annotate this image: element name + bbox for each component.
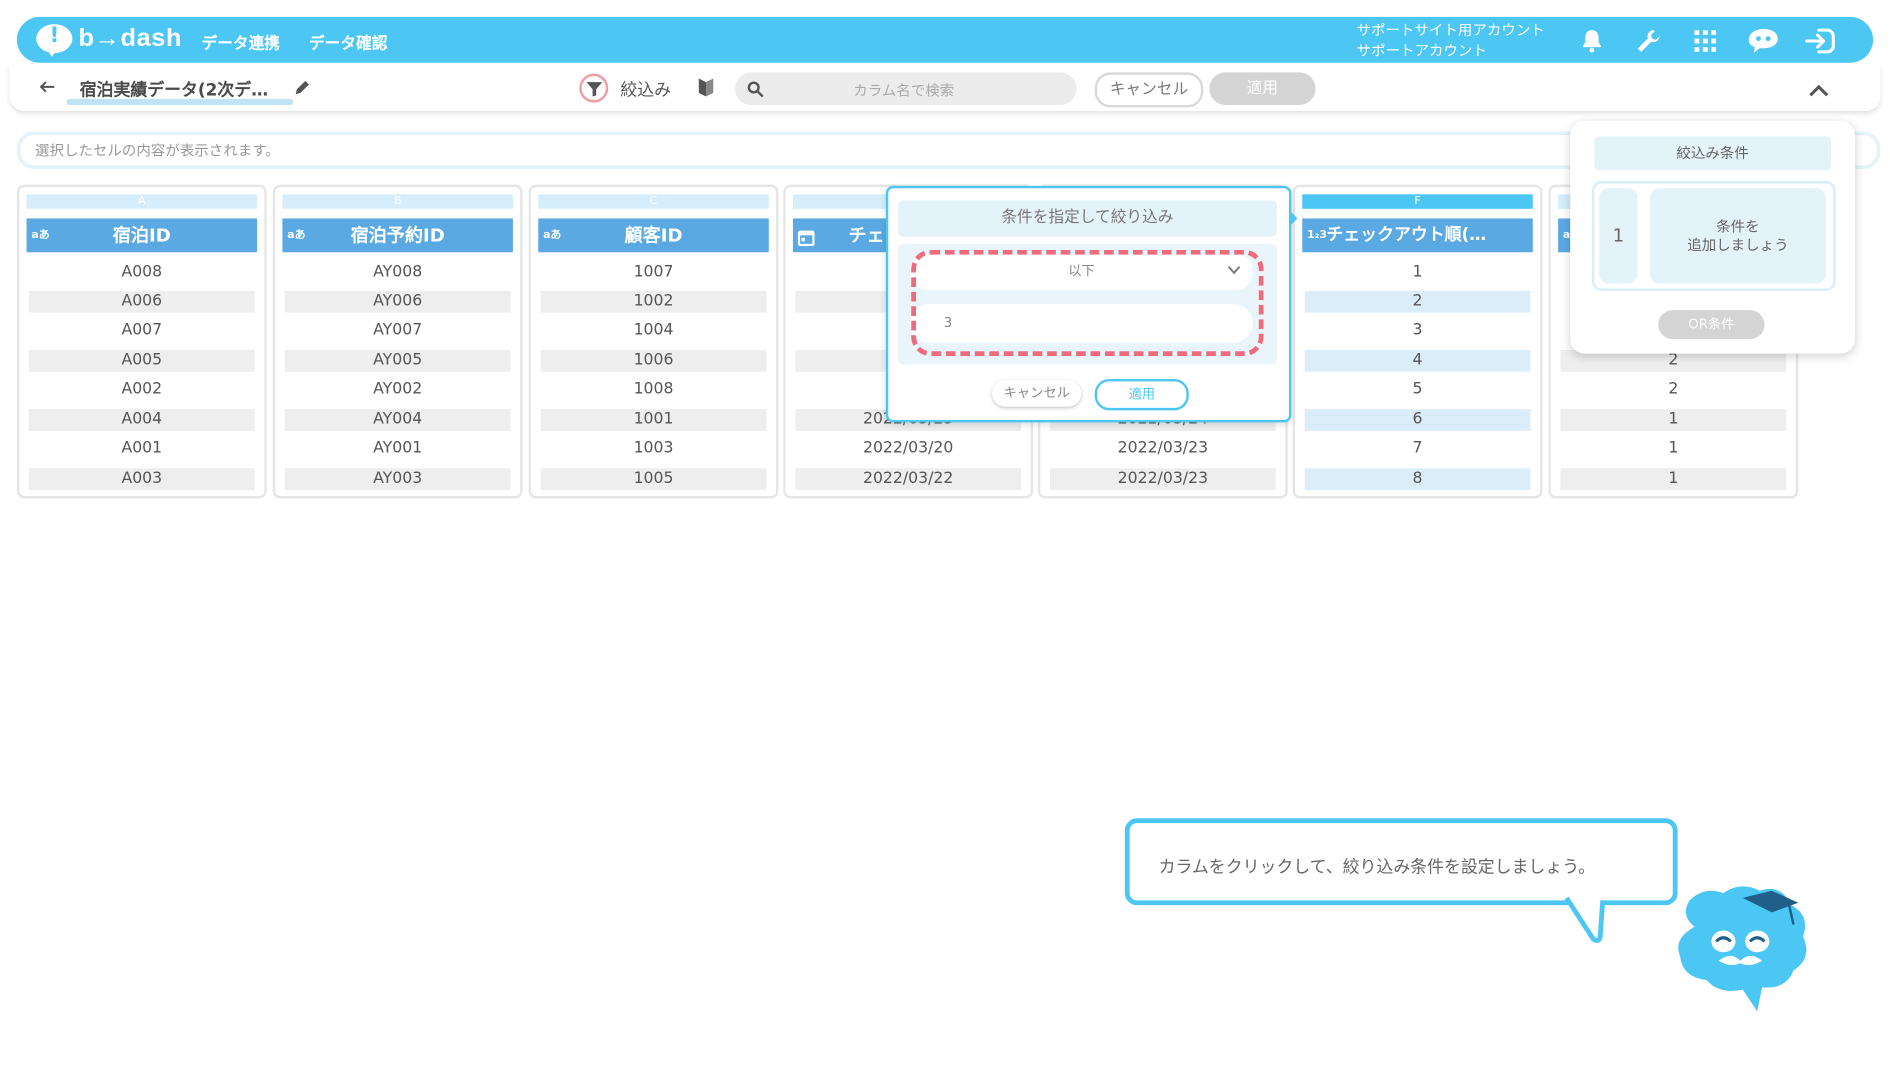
arrow-left-icon[interactable] xyxy=(39,77,58,96)
table-cell[interactable]: 1002 xyxy=(540,290,767,313)
chevron-up-icon[interactable] xyxy=(1808,80,1830,97)
popup-pointer xyxy=(1288,210,1298,227)
table-cell[interactable]: 1008 xyxy=(541,379,767,401)
data-toolbar: 宿泊実績データ(2次デ… 絞込み カラム名で検索 キャンセル 適用 xyxy=(9,65,1881,112)
pencil-icon[interactable] xyxy=(293,78,312,97)
number-type-icon: 1₂3 xyxy=(1307,229,1327,242)
text-type-icon: a xyxy=(1562,229,1571,242)
nav-data-integration[interactable]: データ連携 xyxy=(202,30,280,53)
table-cell[interactable]: 1 xyxy=(1561,438,1787,460)
table-cell[interactable]: A005 xyxy=(28,350,255,372)
table-cell[interactable]: A008 xyxy=(29,262,255,284)
logo-text[interactable]: b→dash xyxy=(78,24,182,53)
grid-icon[interactable] xyxy=(1691,27,1720,56)
text-type-icon: aあ xyxy=(287,229,306,242)
table-cell[interactable]: 2022/03/23 xyxy=(1050,468,1276,491)
account-subname[interactable]: サポートアカウント xyxy=(1357,41,1487,60)
table-cell[interactable]: AY008 xyxy=(285,262,511,284)
table-cell[interactable]: 7 xyxy=(1305,438,1531,460)
table-cell[interactable]: 2 xyxy=(1561,379,1787,401)
table-cell[interactable]: A004 xyxy=(28,409,255,431)
table-cell[interactable]: AY003 xyxy=(284,468,511,491)
table-cell[interactable]: 1 xyxy=(1560,468,1787,491)
condition-popup: 条件を指定して絞り込み 以下 3 キャンセル 適用 xyxy=(885,185,1298,423)
table-cell[interactable]: 3 xyxy=(1305,320,1531,342)
table-cell[interactable]: A006 xyxy=(28,290,255,313)
add-condition-message: 条件を 追加しましょう xyxy=(1649,188,1827,284)
table-cell[interactable]: 1 xyxy=(1305,262,1531,284)
beginner-mark-icon[interactable] xyxy=(698,77,717,99)
apply-button[interactable]: 適用 xyxy=(1209,72,1316,106)
table-cell[interactable]: 1004 xyxy=(541,320,767,342)
column-letter: C xyxy=(538,194,769,209)
tooltip-text: カラムをクリックして、絞り込み条件を設定しましょう。 xyxy=(1158,858,1596,878)
nav-data-check[interactable]: データ確認 xyxy=(309,30,387,53)
column-search-input[interactable]: カラム名で検索 xyxy=(735,72,1077,106)
column-a[interactable]: A aあ 宿泊ID A008 A006 A007 A005 A002 A004 A… xyxy=(16,184,267,499)
column-letter: B xyxy=(282,194,513,209)
condition-number: 1 xyxy=(1599,188,1638,284)
bell-icon[interactable] xyxy=(1577,27,1606,56)
mascot-icon xyxy=(1678,886,1807,1012)
condition-slot[interactable]: 1 条件を 追加しましょう xyxy=(1591,181,1836,291)
chat-face-icon[interactable] xyxy=(1745,27,1781,56)
table-cell[interactable]: 1006 xyxy=(540,350,767,372)
column-header[interactable]: 1₂3 チェックアウト順(… xyxy=(1302,218,1533,253)
column-header[interactable]: aあ 顧客ID xyxy=(538,218,769,253)
column-header[interactable]: aあ 宿泊予約ID xyxy=(282,218,513,253)
table-cell[interactable]: A001 xyxy=(29,438,255,460)
dataset-title[interactable]: 宿泊実績データ(2次デ… xyxy=(80,77,268,101)
text-type-icon: aあ xyxy=(543,229,562,242)
table-cell[interactable]: AY002 xyxy=(285,379,511,401)
column-b[interactable]: B aあ 宿泊予約ID AY008 AY006 AY007 AY005 AY002… xyxy=(272,184,523,499)
table-cell[interactable]: AY007 xyxy=(285,320,511,342)
table-cell[interactable]: A003 xyxy=(28,468,255,491)
panel-title: 絞込み条件 xyxy=(1594,136,1831,171)
table-cell[interactable]: 5 xyxy=(1305,379,1531,401)
table-cell[interactable]: 1003 xyxy=(541,438,767,460)
table-cell[interactable]: A007 xyxy=(29,320,255,342)
table-cell[interactable]: 2 xyxy=(1304,290,1531,313)
table-cell[interactable]: 8 xyxy=(1304,468,1531,491)
search-placeholder: カラム名で検索 xyxy=(853,82,955,99)
calendar-icon xyxy=(797,227,815,261)
column-c[interactable]: C aあ 顧客ID 1007 1002 1004 1006 1008 1001 1… xyxy=(528,184,779,499)
text-type-icon: aあ xyxy=(31,229,50,242)
search-icon xyxy=(747,80,764,103)
filter-icon[interactable] xyxy=(579,73,609,103)
column-letter: F xyxy=(1302,194,1533,209)
table-cell[interactable]: 4 xyxy=(1304,350,1531,372)
wrench-icon[interactable] xyxy=(1634,27,1663,56)
column-header[interactable]: aあ 宿泊ID xyxy=(26,218,258,253)
cell-content-placeholder: 選択したセルの内容が表示されます。 xyxy=(35,142,280,160)
logout-icon[interactable] xyxy=(1803,27,1837,56)
table-cell[interactable]: 1007 xyxy=(541,262,767,284)
logo-mark: ! xyxy=(49,22,60,49)
popup-title: 条件を指定して絞り込み xyxy=(897,200,1277,237)
table-cell[interactable]: 2022/03/23 xyxy=(1050,438,1276,460)
column-letter: A xyxy=(26,194,258,209)
table-cell[interactable]: 1001 xyxy=(540,409,767,431)
table-cell[interactable]: 2022/03/22 xyxy=(795,468,1022,491)
filter-conditions-panel: 絞込み条件 1 条件を 追加しましょう OR条件 xyxy=(1570,120,1856,354)
table-cell[interactable]: 1005 xyxy=(540,468,767,491)
cancel-button[interactable]: キャンセル xyxy=(1094,72,1204,108)
table-cell[interactable]: AY004 xyxy=(284,409,511,431)
account-name[interactable]: サポートサイト用アカウント xyxy=(1357,21,1545,40)
table-cell[interactable]: 1 xyxy=(1560,409,1787,431)
table-cell[interactable]: 2022/03/20 xyxy=(795,438,1021,460)
highlight-dashed-frame xyxy=(911,249,1264,357)
table-cell[interactable]: AY006 xyxy=(284,290,511,313)
table-cell[interactable]: AY005 xyxy=(284,350,511,372)
or-condition-button[interactable]: OR条件 xyxy=(1658,310,1765,340)
filter-label[interactable]: 絞込み xyxy=(620,77,671,101)
top-navigation-bar: ! b→dash データ連携 データ確認 サポートサイト用アカウント サポートア… xyxy=(16,16,1874,63)
popup-apply-button[interactable]: 適用 xyxy=(1094,378,1189,411)
column-f[interactable]: F 1₂3 チェックアウト順(… 1 2 3 4 5 6 7 8 xyxy=(1292,184,1543,499)
table-cell[interactable]: 6 xyxy=(1304,409,1531,431)
popup-cancel-button[interactable]: キャンセル xyxy=(992,380,1082,407)
tooltip-tail xyxy=(1564,895,1606,943)
table-cell[interactable]: A002 xyxy=(29,379,255,401)
table-cell[interactable]: AY001 xyxy=(285,438,511,460)
